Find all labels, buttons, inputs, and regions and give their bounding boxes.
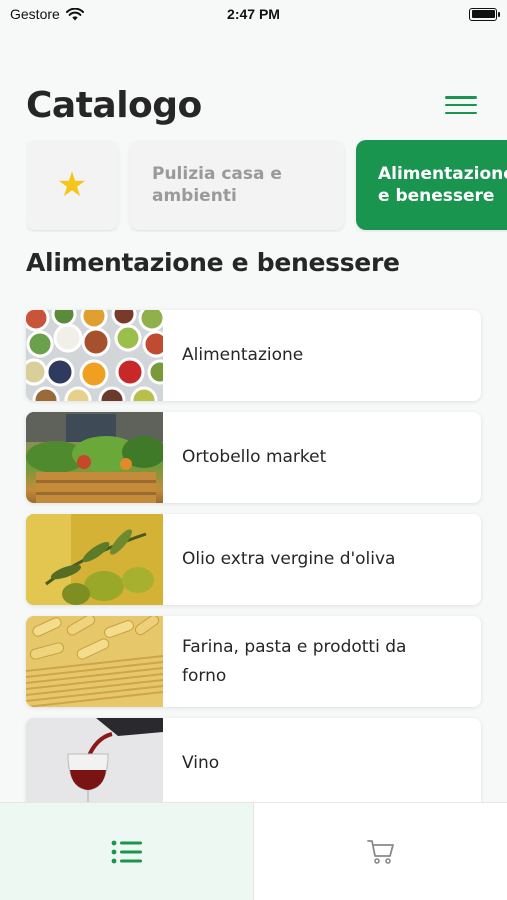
tab-label: Alimentazione e benessere <box>378 164 507 206</box>
list-icon <box>111 840 142 863</box>
bowls-of-fruits-vegetables-image <box>26 310 163 401</box>
list-item-label: Farina, pasta e prodotti da forno <box>182 636 407 686</box>
category-tabs: ★ Pulizia casa e ambienti Alimentazione … <box>26 140 507 232</box>
star-icon: ★ <box>56 165 88 205</box>
battery-icon <box>469 7 500 21</box>
list-item-ortobello-market[interactable]: Ortobello market <box>26 412 481 503</box>
list-item-alimentazione[interactable]: Alimentazione <box>26 310 481 401</box>
cart-icon <box>366 839 394 864</box>
status-left: Gestore <box>10 6 84 22</box>
carrier-label: Gestore <box>10 6 60 22</box>
tab-label: Pulizia casa e ambienti <box>152 164 282 206</box>
status-bar: Gestore 2:47 PM <box>0 0 507 28</box>
list-item-vino[interactable]: Vino <box>26 718 481 809</box>
section-title: Alimentazione e benessere <box>26 248 400 277</box>
tab-favorites[interactable]: ★ <box>26 140 118 230</box>
list-item-label: Vino <box>182 753 220 773</box>
tab-cart[interactable] <box>253 803 507 900</box>
list-item-label: Alimentazione <box>182 345 304 365</box>
hamburger-menu-icon[interactable] <box>445 93 477 117</box>
tab-catalog[interactable] <box>0 803 253 900</box>
tab-pulizia-casa[interactable]: Pulizia casa e ambienti <box>130 140 344 230</box>
page-title: Catalogo <box>26 84 202 126</box>
header: Catalogo <box>26 80 477 130</box>
wine-glass-image <box>26 718 163 809</box>
tab-alimentazione-benessere[interactable]: Alimentazione e benessere <box>356 140 507 230</box>
list-item-olio-extra-vergine[interactable]: Olio extra vergine d'oliva <box>26 514 481 605</box>
pasta-image <box>26 616 163 707</box>
list-item-farina-pasta[interactable]: Farina, pasta e prodotti da forno <box>26 616 481 707</box>
vegetable-crate-image <box>26 412 163 503</box>
bottom-navigation <box>0 802 507 900</box>
category-list: Alimentazione Ortobello market Olio extr… <box>26 310 481 820</box>
list-item-label: Ortobello market <box>182 447 327 467</box>
wifi-icon <box>65 7 84 20</box>
olive-oil-image <box>26 514 163 605</box>
list-item-label: Olio extra vergine d'oliva <box>182 549 396 569</box>
